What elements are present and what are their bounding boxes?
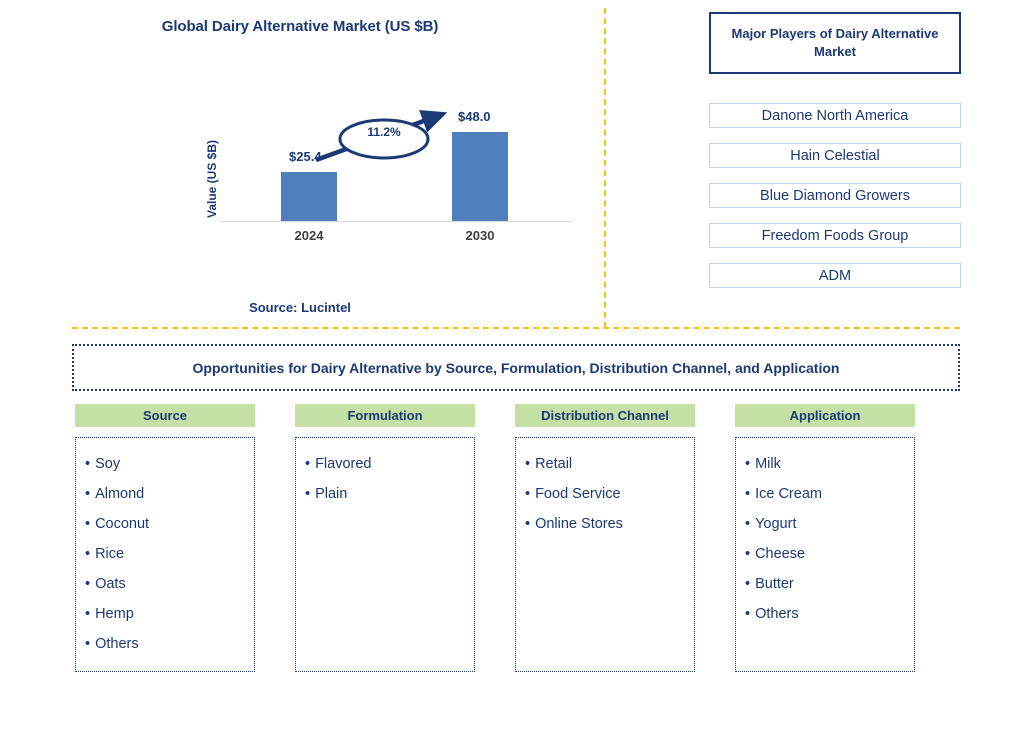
vertical-divider [604,8,606,328]
list-item-label: Ice Cream [755,486,822,502]
column-header: Distribution Channel [515,404,695,427]
player-label: ADM [818,267,852,284]
bullet-icon: • [525,516,531,532]
list-item: • Others [85,629,254,659]
bullet-icon: • [85,576,91,592]
bullet-icon: • [85,636,91,652]
list-item: • Almond [85,479,254,509]
column-formulation: Formulation • Flavored • Plain [295,404,475,672]
list-item-label: Oats [95,576,126,592]
player-item[interactable]: Hain Celestial [709,143,961,168]
list-item-label: Food Service [535,486,621,502]
list-item-label: Others [755,606,799,622]
bar-2024 [281,172,337,221]
opportunity-columns: Source • Soy • Almond • Coconut • Rice • Oats • Hem… [75,404,955,672]
column-header: Source [75,404,255,427]
market-chart-panel: Global Dairy Alternative Market (US $B) … [0,0,600,327]
x-axis-line [220,221,572,222]
player-item[interactable]: ADM [709,263,961,288]
column-header: Formulation [295,404,475,427]
player-item[interactable]: Blue Diamond Growers [709,183,961,208]
list-item: • Soy [85,449,254,479]
list-item: • Milk [745,449,914,479]
player-item[interactable]: Danone North America [709,103,961,128]
bullet-icon: • [305,486,311,502]
bullet-icon: • [85,486,91,502]
list-item-label: Yogurt [755,516,797,532]
list-item-label: Butter [755,576,794,592]
y-axis-label: Value (US $B) [205,139,219,219]
list-item: • Yogurt [745,509,914,539]
bullet-icon: • [525,486,531,502]
player-label: Hain Celestial [790,147,880,164]
list-item-label: Online Stores [535,516,623,532]
column-body: • Soy • Almond • Coconut • Rice • Oats • Hemp • Other… [75,437,255,672]
bullet-icon: • [745,516,751,532]
column-body: • Milk • Ice Cream • Yogurt • Cheese • Butter • Oth… [735,437,915,672]
column-application: Application • Milk • Ice Cream • Yogurt • Chees… [735,404,915,672]
player-item[interactable]: Freedom Foods Group [709,223,961,248]
column-source: Source • Soy • Almond • Coconut • Rice • Oats • Hem… [75,404,255,672]
list-item: • Rice [85,539,254,569]
major-players-header: Major Players of Dairy Alternative Marke… [709,12,961,74]
list-item-label: Rice [95,546,125,562]
bar-chart: Value (US $B) $25.4 $48.0 2024 2030 11.2… [205,92,575,252]
list-item: • Others [745,599,914,629]
list-item-label: Cheese [755,546,806,562]
list-item-label: Retail [535,456,573,472]
list-item: • Flavored [305,449,474,479]
list-item-label: Almond [95,486,145,502]
bullet-icon: • [305,456,311,472]
list-item: • Online Stores [525,509,694,539]
player-label: Freedom Foods Group [761,227,909,244]
list-item: • Retail [525,449,694,479]
bullet-icon: • [745,486,751,502]
list-item: • Food Service [525,479,694,509]
bullet-icon: • [745,606,751,622]
cagr-label: 11.2% [367,125,401,139]
list-item: • Ice Cream [745,479,914,509]
list-item-label: Milk [755,456,781,472]
list-item-label: Flavored [315,456,372,472]
page-title: Global Dairy Alternative Market (US $B) [161,18,439,35]
bullet-icon: • [745,456,751,472]
column-header: Application [735,404,915,427]
player-label: Danone North America [761,107,909,124]
bullet-icon: • [525,456,531,472]
major-players-list: Danone North America Hain Celestial Blue… [709,103,961,288]
source-note: Source: Lucintel [249,300,351,315]
bullet-icon: • [745,576,751,592]
list-item-label: Hemp [95,606,134,622]
column-distribution-channel: Distribution Channel • Retail • Food Servic… [515,404,695,672]
bullet-icon: • [85,546,91,562]
opportunities-banner: Opportunities for Dairy Alternative by S… [72,344,960,391]
x-tick-2024: 2024 [294,228,324,243]
column-body: • Flavored • Plain [295,437,475,672]
list-item-label: Soy [95,456,121,472]
list-item-label: Others [95,636,139,652]
bullet-icon: • [85,516,91,532]
player-label: Blue Diamond Growers [760,187,910,204]
list-item: • Plain [305,479,474,509]
column-body: • Retail • Food Service • Online Stores [515,437,695,672]
list-item: • Butter [745,569,914,599]
list-item: • Coconut [85,509,254,539]
list-item-label: Plain [315,486,348,502]
list-item: • Cheese [745,539,914,569]
list-item: • Oats [85,569,254,599]
infographic-page: Global Dairy Alternative Market (US $B) … [0,0,1024,749]
list-item-label: Coconut [95,516,150,532]
bullet-icon: • [85,606,91,622]
horizontal-divider [72,327,960,329]
bullet-icon: • [85,456,91,472]
list-item: • Hemp [85,599,254,629]
x-tick-2030: 2030 [465,228,495,243]
major-players-panel: Major Players of Dairy Alternative Marke… [709,12,961,288]
bullet-icon: • [745,546,751,562]
